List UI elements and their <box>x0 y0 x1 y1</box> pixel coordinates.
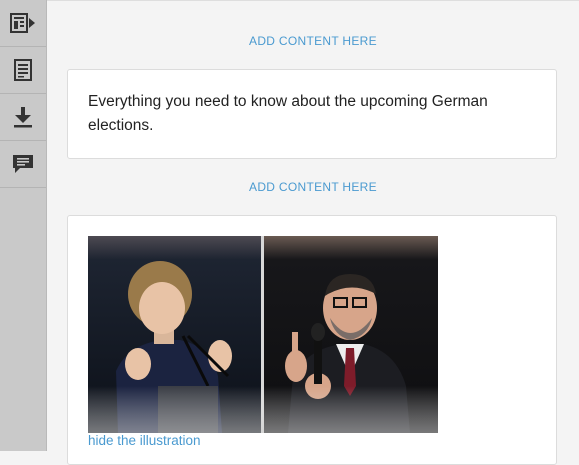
text-block-content[interactable]: Everything you need to know about the up… <box>68 70 556 138</box>
download-tool[interactable] <box>0 94 46 141</box>
document-icon <box>13 59 33 81</box>
document-tool[interactable] <box>0 47 46 94</box>
editor-canvas: ADD CONTENT HERE Everything you need to … <box>47 0 579 465</box>
hide-illustration-link[interactable]: hide the illustration <box>88 433 201 448</box>
illustration-image <box>88 236 438 433</box>
download-icon <box>13 106 33 128</box>
add-content-button[interactable]: ADD CONTENT HERE <box>47 180 579 194</box>
insert-block-tool[interactable] <box>0 0 46 47</box>
comment-icon <box>12 154 34 174</box>
sidebar-toolbar <box>0 0 47 451</box>
add-content-button[interactable]: ADD CONTENT HERE <box>47 34 579 48</box>
insert-block-icon <box>10 13 36 33</box>
comment-tool[interactable] <box>0 141 46 188</box>
image-block-card[interactable]: hide the illustration <box>67 215 557 465</box>
text-block-card[interactable]: Everything you need to know about the up… <box>67 69 557 159</box>
